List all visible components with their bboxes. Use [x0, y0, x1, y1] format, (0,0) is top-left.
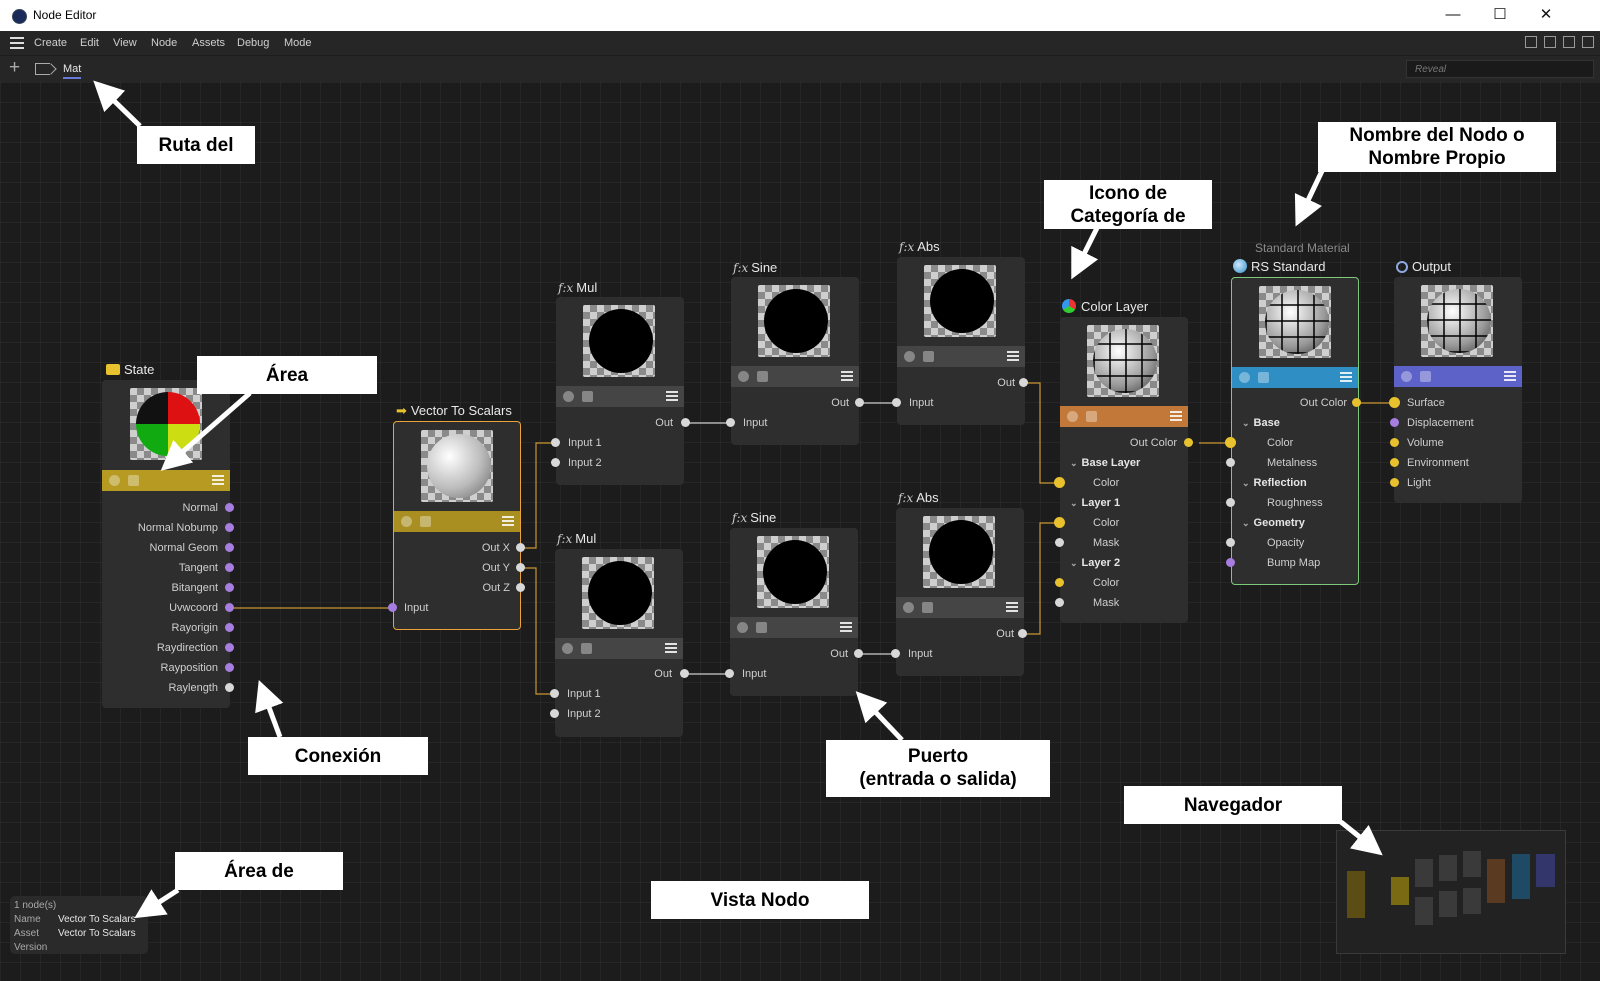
arrow-area-de: [134, 887, 180, 919]
arrow-nombre: [1294, 169, 1325, 227]
callout-vista-nodo: Vista Nodo: [651, 881, 869, 919]
callout-puerto: Puerto (entrada o salida): [826, 740, 1050, 797]
callout-ruta: Ruta del: [137, 126, 255, 164]
callout-area: Área: [197, 356, 377, 394]
callout-navegador: Navegador: [1124, 786, 1342, 824]
arrow-ruta: [93, 80, 142, 128]
callout-conexion: Conexión: [248, 737, 428, 775]
arrow-puerto: [855, 691, 904, 742]
arrow-conexion: [255, 679, 284, 738]
callout-icono-line2: Categoría de: [1070, 206, 1186, 227]
callout-nombre: Nombre del Nodo o Nombre Propio: [1318, 122, 1556, 172]
arrow-area: [160, 391, 252, 471]
callout-icono: Icono de Categoría de: [1044, 180, 1212, 229]
callout-puerto-line1: Puerto: [907, 746, 969, 767]
callout-nombre-line2: Nombre Propio: [1368, 148, 1506, 169]
callout-icono-line1: Icono de: [1088, 183, 1168, 204]
arrow-navegador: [1339, 820, 1383, 856]
callout-area-de: Área de: [175, 852, 343, 890]
callout-puerto-line2: (entrada o salida): [859, 769, 1017, 790]
arrow-icono: [1071, 226, 1100, 280]
callout-nombre-line1: Nombre del Nodo o: [1349, 125, 1525, 146]
